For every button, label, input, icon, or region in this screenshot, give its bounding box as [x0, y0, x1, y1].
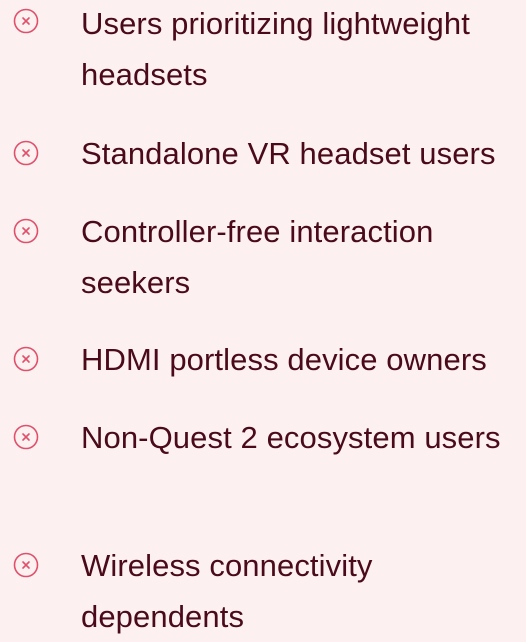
close-circle-icon: [13, 140, 39, 166]
close-circle-icon: [13, 8, 39, 34]
list-item-label: Standalone VR headset users: [81, 136, 496, 171]
list-item-label: Non-Quest 2 ecosystem users: [81, 420, 501, 455]
close-circle-icon: [13, 218, 39, 244]
list-item-label: Controller-free interaction seekers: [81, 214, 434, 300]
close-circle-icon: [13, 424, 39, 450]
list-item-label: Users prioritizing lightweight headsets: [81, 6, 470, 92]
close-circle-icon: [13, 346, 39, 372]
close-circle-icon: [13, 552, 39, 578]
list-item-label: Wireless connectivity dependents: [81, 548, 373, 634]
list-item-label: HDMI portless device owners: [81, 342, 487, 377]
